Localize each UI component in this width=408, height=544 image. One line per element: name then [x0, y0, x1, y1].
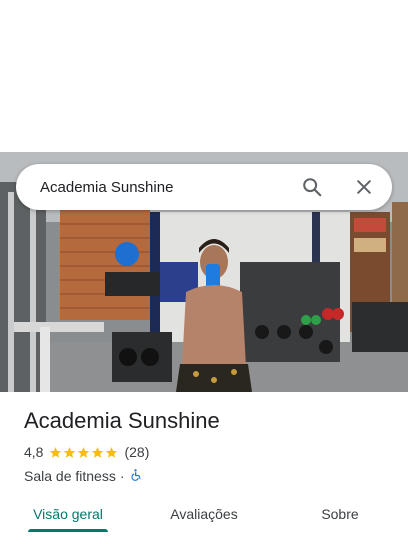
review-count[interactable]: (28) — [124, 444, 149, 460]
tab-reviews[interactable]: Avaliações — [136, 494, 272, 534]
wheelchair-icon — [129, 468, 142, 485]
star-icon — [78, 446, 90, 458]
category-row: Sala de fitness · — [24, 466, 394, 486]
place-category: Sala de fitness — [24, 468, 116, 484]
star-icon — [50, 446, 62, 458]
search-input[interactable]: Academia Sunshine — [40, 179, 300, 196]
place-title: Academia Sunshine — [24, 408, 220, 433]
tab-about[interactable]: Sobre — [272, 494, 408, 534]
star-icon — [92, 446, 104, 458]
tab-bar: Visão geral Avaliações Sobre — [0, 494, 408, 538]
place-info: Academia Sunshine 4,8 (28) Sala de fitne… — [24, 406, 394, 486]
separator: · — [119, 468, 125, 484]
close-icon[interactable] — [352, 175, 376, 199]
tab-overview-label: Visão geral — [33, 506, 103, 522]
tab-reviews-label: Avaliações — [170, 506, 238, 522]
rating-value: 4,8 — [24, 444, 44, 460]
search-icon[interactable] — [300, 175, 324, 199]
tab-overview[interactable]: Visão geral — [0, 494, 136, 534]
active-tab-indicator — [28, 529, 108, 532]
blank-area — [0, 0, 408, 152]
rating-row[interactable]: 4,8 (28) — [24, 442, 394, 462]
star-icon — [106, 446, 118, 458]
star-icon — [64, 446, 76, 458]
star-rating — [49, 446, 118, 459]
search-bar[interactable]: Academia Sunshine — [16, 164, 392, 210]
tab-about-label: Sobre — [321, 506, 359, 522]
